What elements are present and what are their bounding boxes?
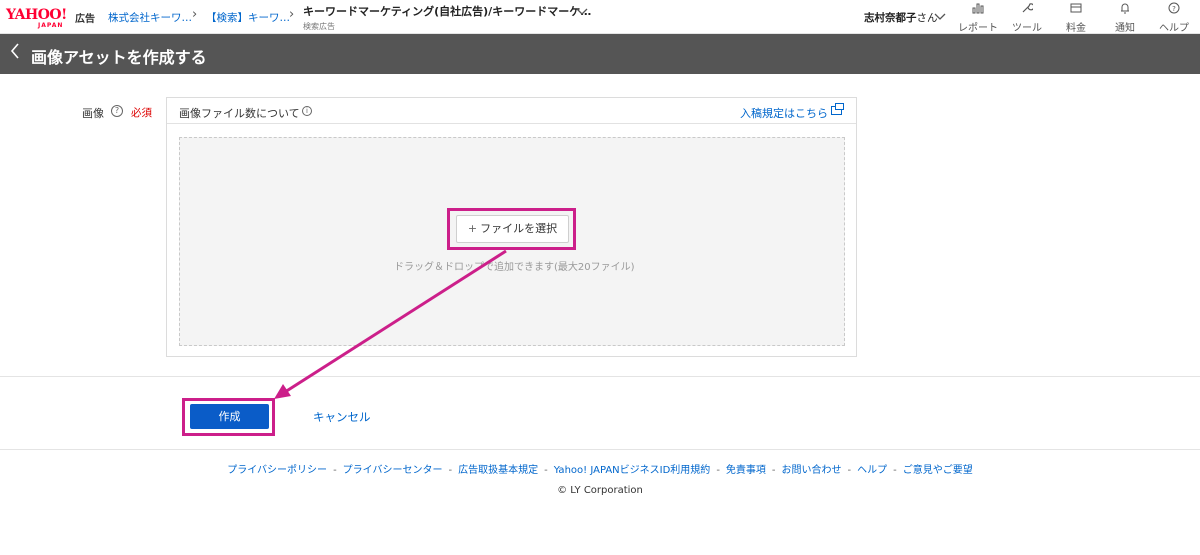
yahoo-japan-logo[interactable]: YAHOO! JAPAN — [6, 7, 72, 29]
nav-billing[interactable]: 料金 — [1052, 2, 1100, 34]
svg-text:?: ? — [1172, 5, 1176, 13]
campaign-type: 検索広告 — [303, 22, 335, 31]
copyright: © LY Corporation — [557, 485, 643, 496]
panel-header: 画像ファイル数について i 入稿規定はこちら — [167, 98, 856, 124]
breadcrumb-account[interactable]: 株式会社キーワ… — [108, 10, 192, 25]
footer-link-contact[interactable]: お問い合わせ — [782, 465, 842, 476]
chevron-right-icon: › — [289, 7, 295, 22]
footer-link-disclaimer[interactable]: 免責事項 — [726, 465, 766, 476]
help-icon: ? — [1150, 2, 1198, 18]
image-field-label: 画像 — [82, 107, 104, 120]
nav-tools-label: ツール — [1012, 23, 1042, 34]
question-circle-icon[interactable]: ? — [111, 105, 123, 117]
user-name: 志村奈都子 — [864, 12, 917, 24]
back-chevron-icon[interactable] — [10, 42, 20, 65]
highlight-box-create-button — [182, 398, 275, 436]
logo-main-text: YAHOO! — [6, 7, 67, 23]
wallet-icon — [1052, 2, 1100, 18]
wrench-icon — [1003, 2, 1051, 18]
campaign-name: キーワードマーケティング(自社広告)/キーワードマーケ… — [303, 5, 592, 18]
divider — [0, 376, 1200, 377]
page-title: 画像アセットを作成する — [31, 48, 207, 67]
nav-notifications-label: 通知 — [1115, 23, 1135, 34]
title-bar: 画像アセットを作成する — [0, 34, 1200, 74]
nav-help-label: ヘルプ — [1159, 23, 1189, 34]
footer-link-help[interactable]: ヘルプ — [857, 465, 887, 476]
logo-sub-text: JAPAN — [38, 22, 64, 29]
footer-links: プライバシーポリシー - プライバシーセンター - 広告取扱基本規定 - Yahoo! JA… — [227, 465, 973, 476]
campaign-selector[interactable]: キーワードマーケティング(自社広告)/キーワードマーケ… 検索広告 — [303, 3, 591, 32]
nav-tools[interactable]: ツール — [1003, 2, 1051, 34]
footer-link-privacy-center[interactable]: プライバシーセンター — [343, 465, 443, 476]
panel-title: 画像ファイル数について — [179, 107, 300, 120]
nav-help[interactable]: ? ヘルプ — [1150, 2, 1198, 34]
top-header: YAHOO! JAPAN 広告 株式会社キーワ… › 【検索】キーワ… › キー… — [0, 0, 1200, 34]
chevron-right-icon: › — [192, 7, 198, 22]
breadcrumb-campaign-group[interactable]: 【検索】キーワ… — [206, 10, 290, 25]
footer-link-business-id-terms[interactable]: Yahoo! JAPANビジネスID利用規約 — [554, 465, 711, 476]
nav-report[interactable]: レポート — [954, 2, 1002, 34]
ads-label: 広告 — [75, 14, 95, 25]
chevron-down-icon[interactable] — [934, 13, 946, 24]
info-icon[interactable]: i — [302, 106, 312, 116]
drop-hint-text: ドラッグ＆ドロップで追加できます(最大20ファイル) — [394, 262, 635, 273]
divider — [0, 449, 1200, 450]
user-menu[interactable]: 志村奈都子さん — [864, 10, 938, 25]
bell-icon — [1101, 2, 1149, 18]
required-badge: 必須 — [131, 107, 152, 119]
cancel-link[interactable]: キャンセル — [313, 409, 371, 425]
nav-report-label: レポート — [958, 23, 998, 34]
footer-link-ad-terms[interactable]: 広告取扱基本規定 — [458, 465, 538, 476]
nav-billing-label: 料金 — [1066, 23, 1086, 34]
highlight-box-file-button — [447, 208, 576, 250]
footer-link-privacy-policy[interactable]: プライバシーポリシー — [227, 465, 327, 476]
submission-rules-link[interactable]: 入稿規定はこちら — [740, 105, 828, 121]
chart-icon — [954, 2, 1002, 18]
external-link-icon[interactable] — [831, 103, 844, 115]
footer-link-feedback[interactable]: ご意見やご要望 — [903, 465, 973, 476]
chevron-down-icon[interactable] — [576, 8, 588, 19]
nav-notifications[interactable]: 通知 — [1101, 2, 1149, 34]
